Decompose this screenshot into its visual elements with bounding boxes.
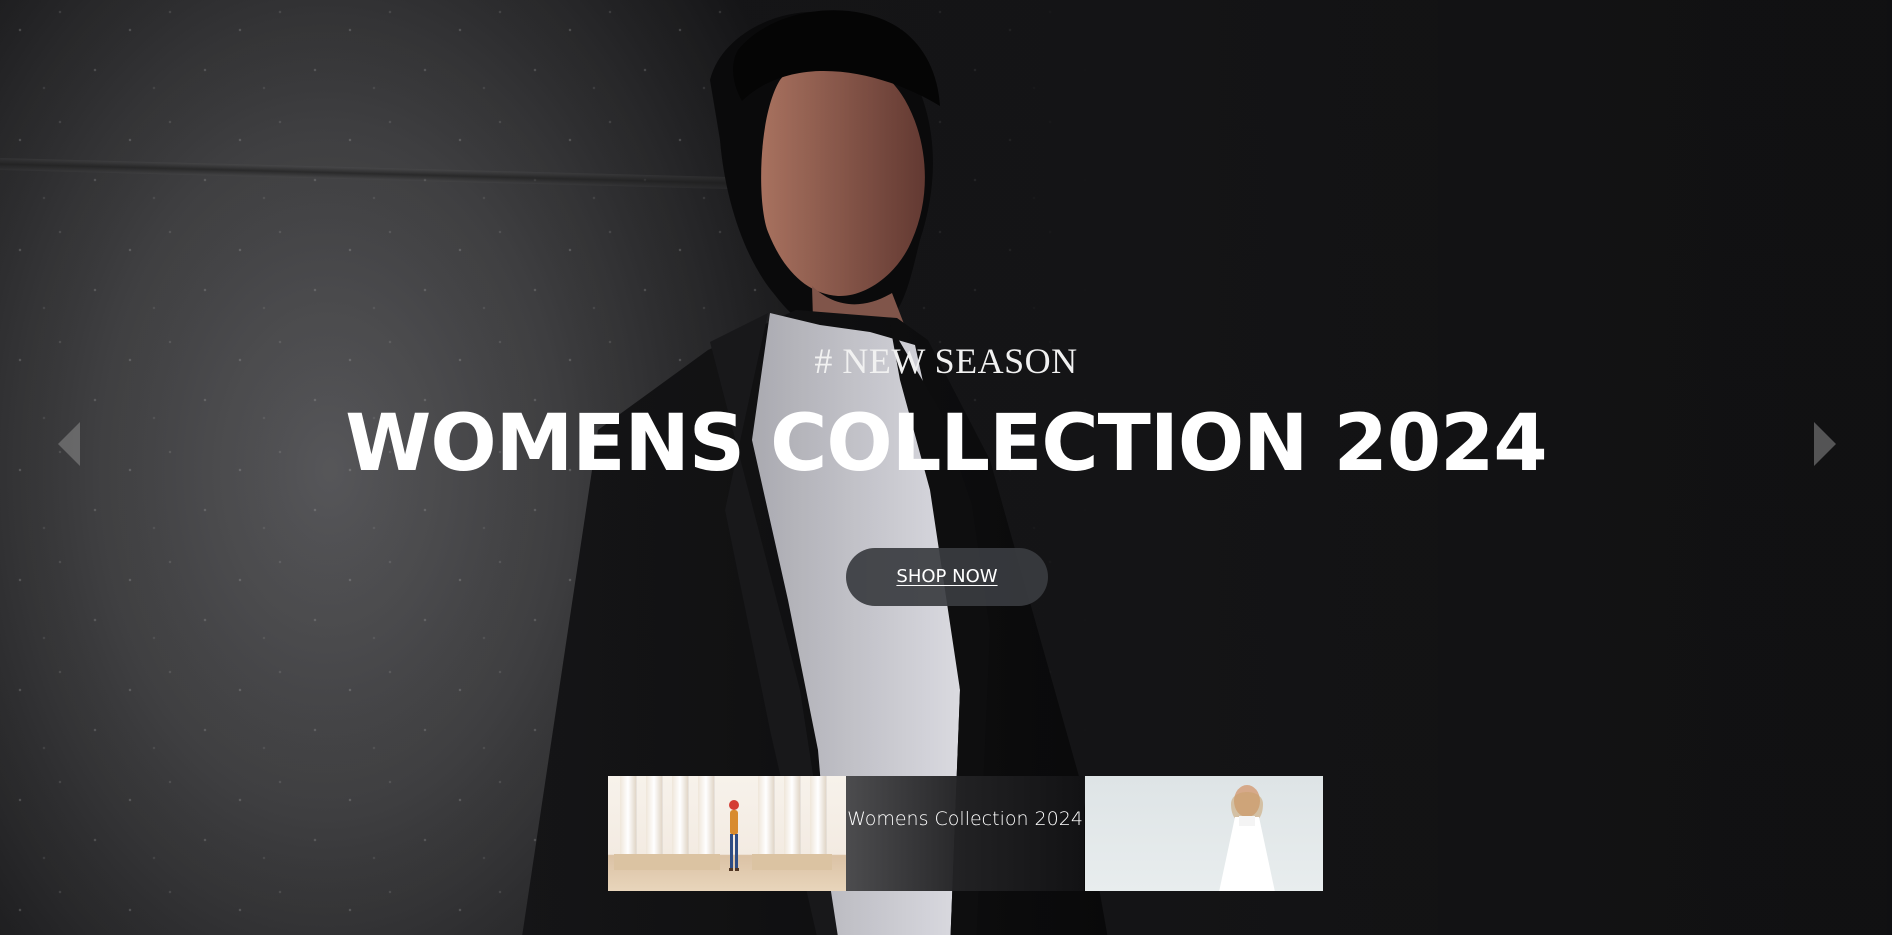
hero-headline: WOMENS COLLECTION 2024 xyxy=(345,399,1547,489)
slider-thumbnails: Womens Collection 2024 xyxy=(608,776,1323,891)
pillar-base xyxy=(692,854,720,870)
pillar xyxy=(784,776,800,854)
pillar xyxy=(810,776,826,854)
pillar xyxy=(646,776,662,854)
thumbnail-caption: Womens Collection 2024 xyxy=(847,808,1083,830)
thumbnail-slide-3[interactable] xyxy=(1085,776,1323,891)
pillar xyxy=(672,776,688,854)
pillar-base xyxy=(640,854,668,870)
hero-slider: # NEW SEASON WOMENS COLLECTION 2024 SHOP… xyxy=(0,0,1892,935)
pillar-base xyxy=(804,854,832,870)
model-thumbnail-image xyxy=(729,800,739,871)
hero-content: # NEW SEASON WOMENS COLLECTION 2024 SHOP… xyxy=(0,0,1892,935)
pillar xyxy=(620,776,636,854)
pillar-base xyxy=(614,854,642,870)
pillar-base xyxy=(778,854,806,870)
pillar xyxy=(758,776,774,854)
thumbnail-slide-1[interactable] xyxy=(608,776,846,891)
pillar-base xyxy=(666,854,694,870)
pillar-base xyxy=(752,854,780,870)
pillar xyxy=(698,776,714,854)
model-thumbnail-image xyxy=(1219,785,1275,891)
hero-eyebrow: # NEW SEASON xyxy=(814,341,1078,381)
thumbnail-slide-2[interactable]: Womens Collection 2024 xyxy=(846,776,1084,891)
shop-now-button[interactable]: SHOP NOW xyxy=(846,548,1048,606)
